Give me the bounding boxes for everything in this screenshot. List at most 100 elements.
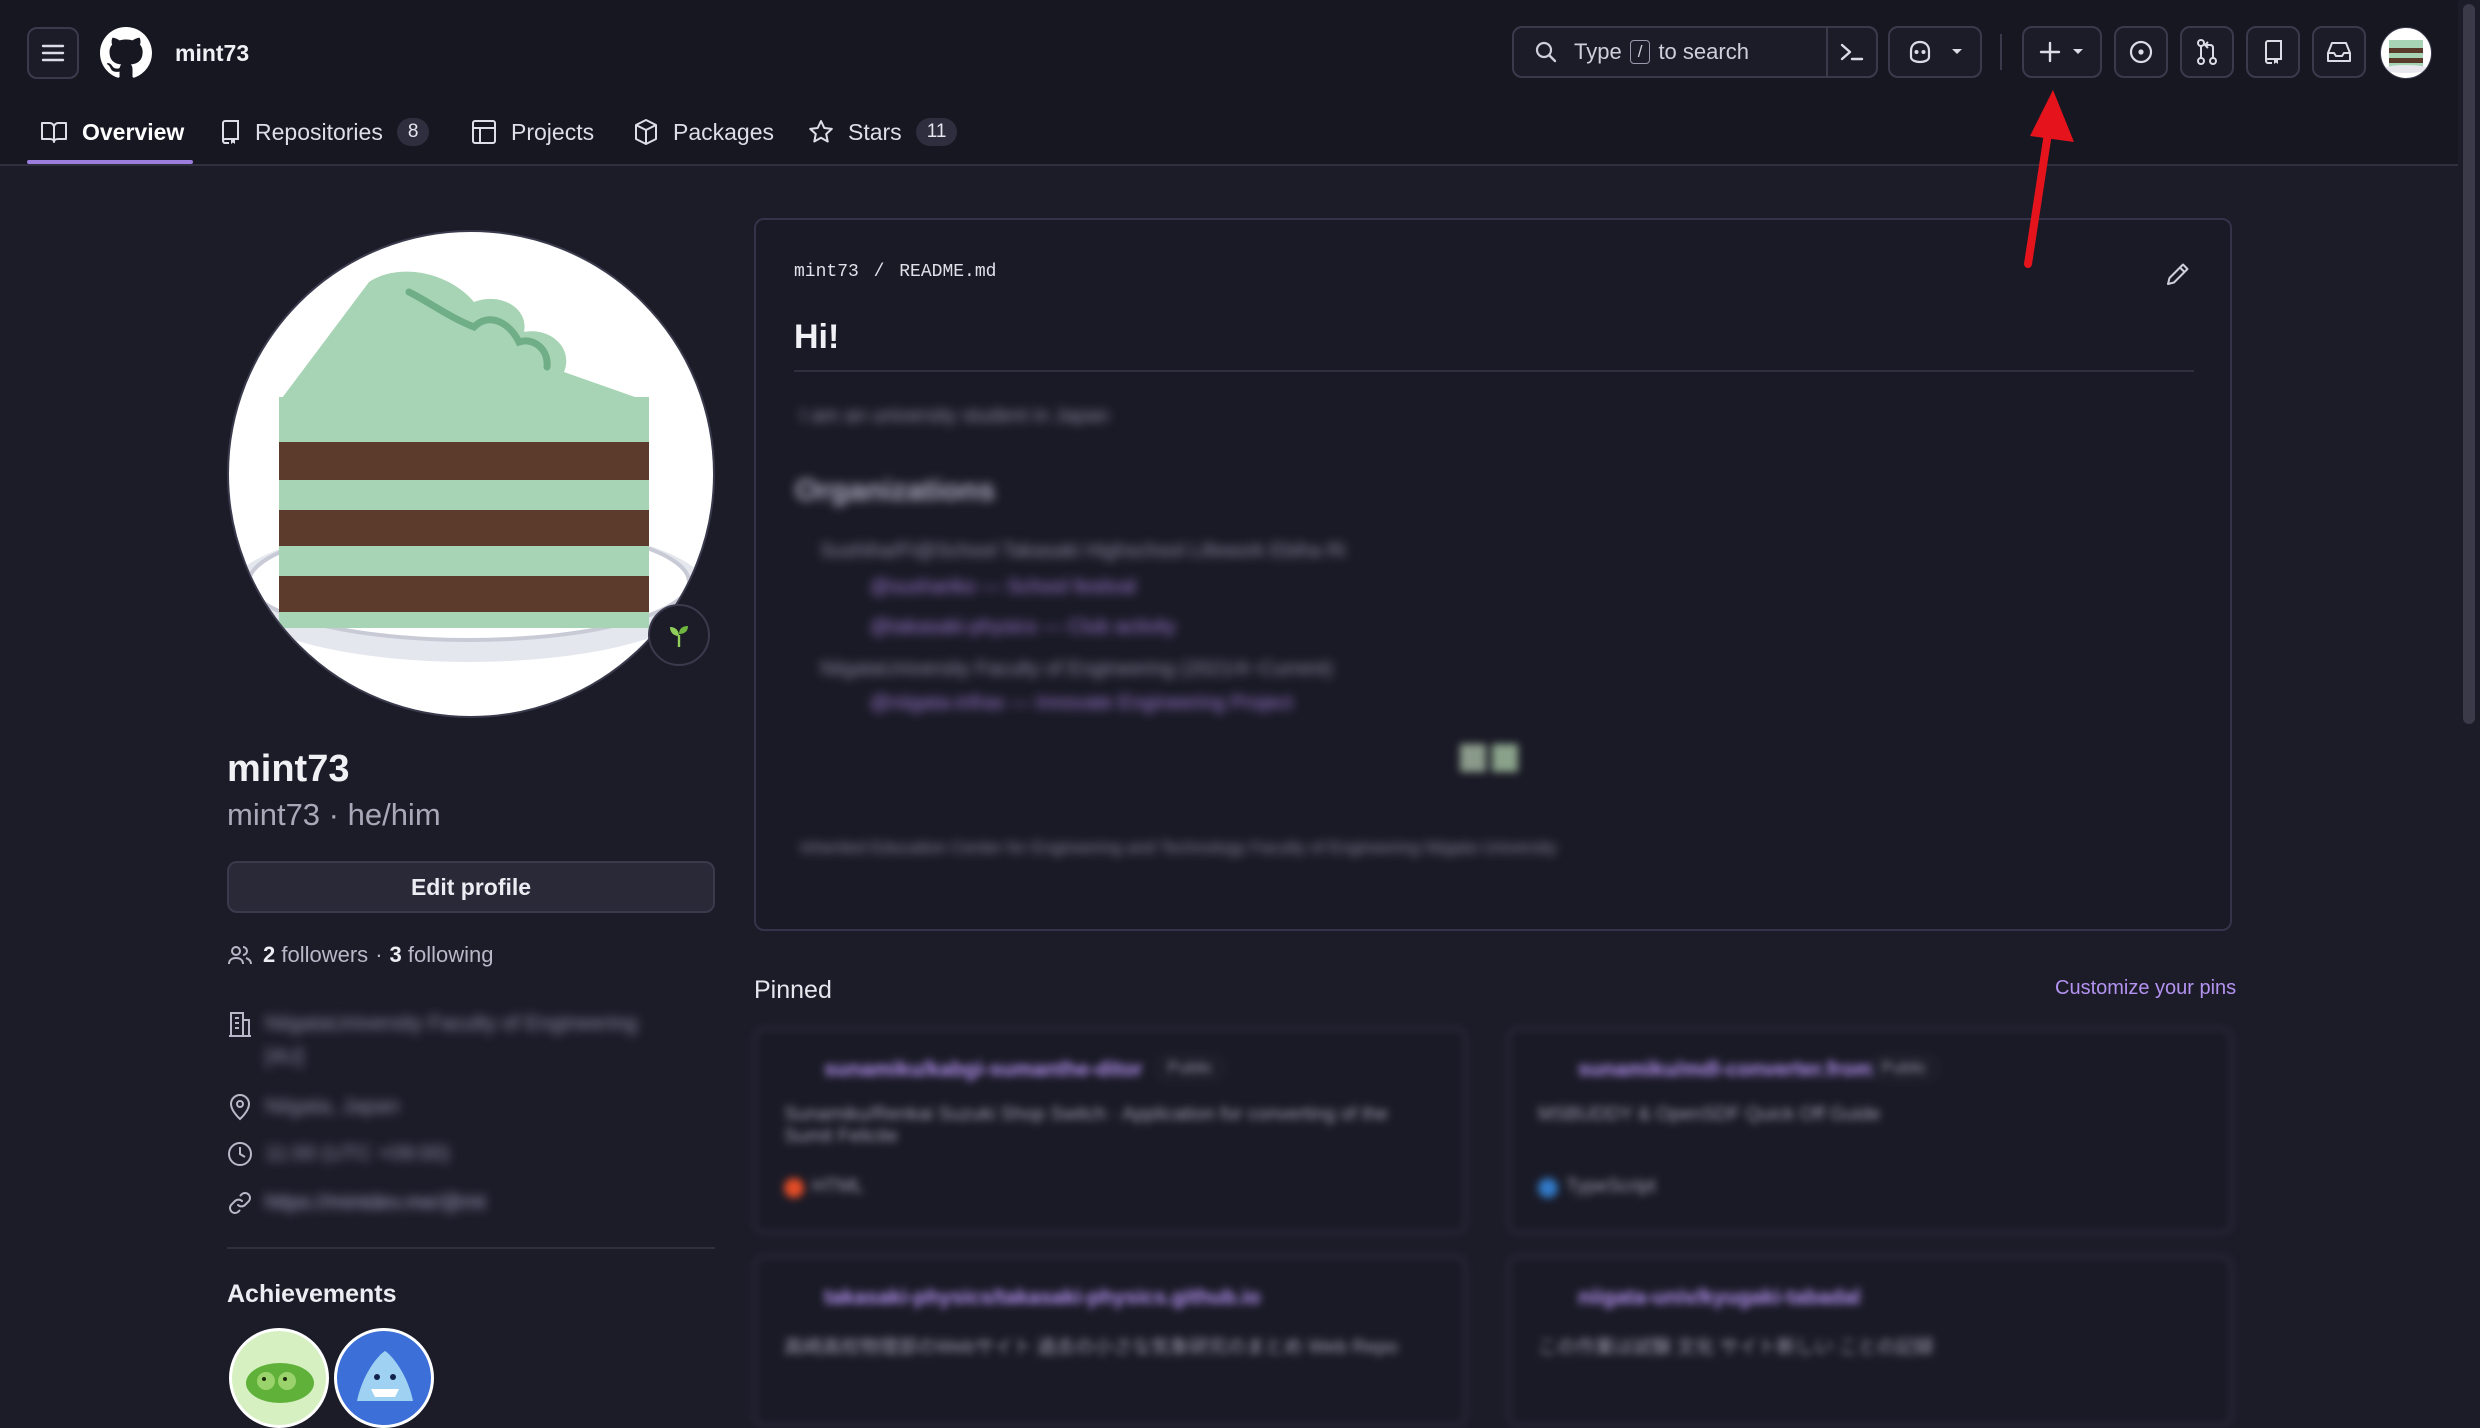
tab-projects[interactable]: Projects [471, 104, 594, 160]
seedling-icon [665, 621, 693, 649]
tab-packages[interactable]: Packages [633, 104, 774, 160]
achievement-badge-pull-shark[interactable] [334, 1328, 434, 1428]
readme-card [754, 218, 2232, 931]
tab-stars[interactable]: Stars 11 [808, 104, 958, 160]
following-link[interactable]: 3 following [390, 942, 494, 968]
chevron-down-icon [2071, 47, 2085, 57]
pinned-description: MSBUDDY & OpenSDF Quick Off Guide [1538, 1104, 1881, 1125]
profile-organization: NiigataUniversity Faculty of Engineering [265, 1012, 638, 1035]
following-count: 3 [389, 942, 402, 967]
pinned-repo-link[interactable]: takasaki-physics/takasaki-physics.github… [824, 1286, 1261, 1310]
people-icon [227, 944, 253, 966]
pinned-repo-link[interactable]: sunamiku/kabgi-sumanthe-ditor [824, 1058, 1143, 1082]
sidebar-divider [227, 1247, 715, 1249]
search-prefix: Type [1574, 39, 1622, 64]
following-label: following [407, 942, 494, 967]
profile-subtitle: mint73 · he/him [227, 797, 441, 832]
hamburger-icon [41, 43, 65, 63]
package-icon [633, 118, 673, 146]
readme-file-link[interactable]: README.md [899, 262, 996, 282]
pinned-description: 高崎高校物理部のWebサイト 過去の小さな気象研究のまとめ Web Repo [784, 1337, 1398, 1358]
inbox-icon [2325, 40, 2353, 64]
chevron-down-icon [1950, 47, 1964, 57]
org-row [227, 1010, 269, 1038]
readme-image-badges [1460, 744, 1520, 772]
organization-icon [227, 1010, 253, 1038]
readme-organizations-heading: Organizations [795, 474, 996, 507]
language-color-dot [784, 1178, 804, 1198]
github-logo-icon[interactable] [100, 27, 152, 79]
profile-website-link[interactable]: https://mintdev.me/@mt [265, 1191, 486, 1215]
customize-pins-link[interactable]: Customize your pins [2055, 977, 2236, 1000]
copilot-icon [1906, 39, 1934, 65]
profile-avatar[interactable] [227, 230, 715, 718]
pinned-card-2[interactable]: sunamiku/mdl-converter.from Public MSBUD… [1508, 1028, 2232, 1233]
repo-icon [2262, 39, 2284, 65]
pinned-repo-link[interactable]: niigata-univ/kyugaki-tabadal [1578, 1286, 1860, 1310]
readme-org-1a[interactable]: @sushariko — School festival [870, 576, 1136, 599]
pinned-visibility-badge: Public [1156, 1056, 1225, 1080]
stars-count-badge: 11 [915, 118, 958, 146]
search-key-hint: / [1629, 40, 1651, 64]
menu-button[interactable] [27, 27, 79, 79]
readme-org-1: Sushiha/FI@School Takasaki Highschool Li… [820, 540, 1346, 562]
readme-intro: I am an university student in Japan [800, 405, 1110, 427]
followers-link[interactable]: 2 followers [263, 942, 368, 968]
terminal-icon [1839, 40, 1865, 64]
tab-overview-label: Overview [82, 118, 185, 145]
readme-footer-note: Inherited Education Center for Engineeri… [800, 838, 1557, 857]
create-new-button[interactable] [2022, 26, 2102, 78]
pinned-title: Pinned [754, 976, 832, 1004]
tab-projects-label: Projects [511, 118, 595, 145]
repo-icon [219, 119, 255, 145]
book-icon [40, 120, 82, 144]
issue-circle-icon [2128, 39, 2154, 65]
time-row [227, 1141, 253, 1167]
status-emoji-button[interactable] [648, 604, 710, 666]
command-palette-button[interactable] [1826, 26, 1878, 78]
readme-user-link[interactable]: mint73 [794, 262, 859, 282]
pencil-edit-icon[interactable] [2164, 260, 2192, 288]
scrollbar-thumb[interactable] [2463, 4, 2475, 724]
pinned-repo-link[interactable]: sunamiku/mdl-converter.from [1578, 1058, 1873, 1082]
tab-overview[interactable]: Overview [40, 104, 184, 160]
readme-heading-rule [794, 370, 2194, 372]
edit-profile-button[interactable]: Edit profile [227, 861, 715, 913]
pull-request-icon [2194, 38, 2220, 66]
readme-path: mint73 / README.md [794, 262, 996, 282]
user-avatar[interactable] [2380, 27, 2432, 79]
link-icon [227, 1190, 253, 1216]
copilot-button[interactable] [1888, 26, 1982, 78]
search-input[interactable]: Type / to search [1512, 26, 1878, 78]
profile-name: mint73 [227, 748, 350, 790]
pinned-card-1[interactable]: sunamiku/kabgi-sumanthe-ditor Public Sun… [754, 1028, 1466, 1233]
repositories-button[interactable] [2246, 26, 2300, 78]
header-divider [2000, 34, 2002, 70]
pinned-description: Sunamiku/Renkai Suzuki Shop Switch · App… [784, 1104, 1389, 1147]
pinned-language: HTML [812, 1176, 864, 1197]
location-pin-icon [227, 1093, 253, 1121]
pinned-description: この作業は試験 文化 サイト新しい ことの記録 [1538, 1337, 1934, 1358]
issues-button[interactable] [2114, 26, 2168, 78]
clock-icon [227, 1141, 253, 1167]
pinned-language: TypeScript [1566, 1176, 1656, 1197]
tab-stars-label: Stars [848, 118, 902, 145]
search-icon [1534, 40, 1558, 64]
followers-separator: · [375, 942, 383, 967]
tab-repositories[interactable]: Repositories 8 [219, 104, 430, 160]
readme-org-2a[interactable]: @niigata-infrax — Innovate Engineering P… [870, 692, 1293, 715]
website-row [227, 1190, 253, 1216]
readme-heading: Hi! [794, 318, 840, 356]
followers-count: 2 [263, 942, 276, 967]
inbox-button[interactable] [2312, 26, 2366, 78]
annotation-arrow [2024, 90, 2074, 268]
readme-org-1b[interactable]: @takasaki-physics — Club activity [870, 616, 1176, 639]
tab-packages-label: Packages [673, 118, 775, 145]
achievement-badge-pair-extraordinaire[interactable] [229, 1328, 329, 1428]
search-suffix: to search [1658, 39, 1749, 64]
pull-requests-button[interactable] [2180, 26, 2234, 78]
location-row [227, 1093, 253, 1121]
repositories-count-badge: 8 [396, 118, 430, 146]
achievements-title[interactable]: Achievements [227, 1280, 397, 1309]
header-username[interactable]: mint73 [175, 40, 249, 67]
